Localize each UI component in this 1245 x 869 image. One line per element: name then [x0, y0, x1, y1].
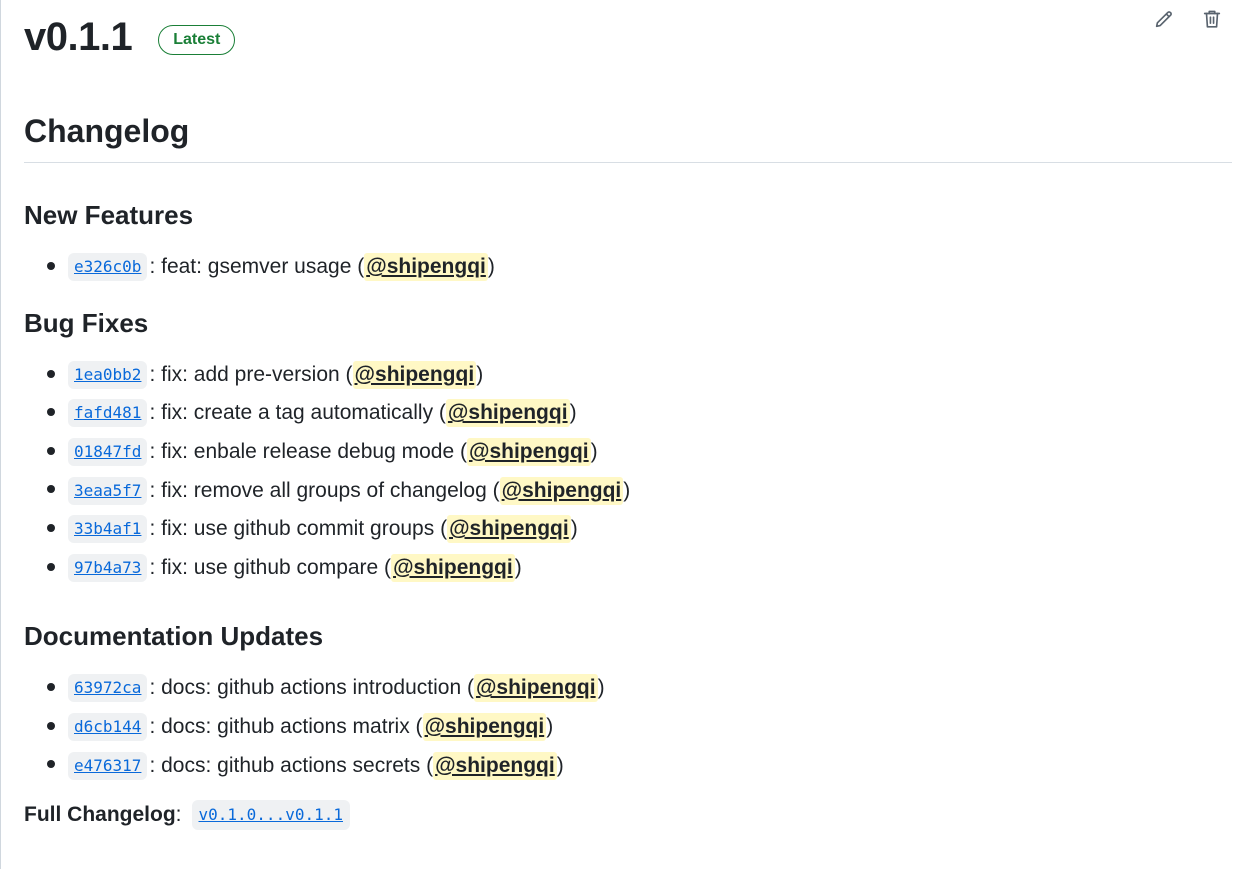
author-mention-link[interactable]: @shipengqi	[499, 476, 624, 505]
commit-message: : docs: github actions introduction (	[149, 676, 474, 700]
commit-sha-link[interactable]: 01847fd	[68, 438, 148, 467]
commit-message: : feat: gsemver usage (	[149, 255, 365, 279]
close-paren: )	[514, 555, 522, 579]
list-item: 01847fd : fix: enbale release debug mode…	[47, 433, 1232, 472]
commit-message: : fix: create a tag automatically (	[149, 401, 446, 425]
pencil-icon	[1155, 11, 1172, 28]
full-changelog-colon: :	[175, 802, 182, 826]
close-paren: )	[556, 753, 564, 777]
list-item: 63972ca : docs: github actions introduct…	[47, 669, 1232, 708]
author-mention-link[interactable]: @shipengqi	[352, 360, 477, 389]
commit-sha-link[interactable]: d6cb144	[68, 713, 148, 742]
commit-message: : fix: add pre-version (	[149, 362, 353, 386]
commit-sha-link[interactable]: e326c0b	[68, 253, 148, 282]
close-paren: )	[590, 440, 598, 464]
commit-message: : docs: github actions secrets (	[149, 753, 434, 777]
commit-message: : fix: remove all groups of changelog (	[149, 478, 500, 502]
release-header: v0.1.1 Latest	[24, 6, 236, 68]
trash-icon	[1203, 10, 1221, 28]
commit-message: : fix: use github compare (	[149, 555, 392, 579]
close-paren: )	[570, 517, 578, 541]
list-item: 97b4a73 : fix: use github compare ( @shi…	[47, 549, 1232, 588]
commit-sha-link[interactable]: 97b4a73	[68, 553, 148, 582]
list-item: 3eaa5f7 : fix: remove all groups of chan…	[47, 471, 1232, 510]
author-mention-link[interactable]: @shipengqi	[433, 751, 557, 780]
author-mention-link[interactable]: @shipengqi	[473, 674, 598, 703]
author-mention-link[interactable]: @shipengqi	[445, 399, 570, 428]
close-paren: )	[546, 715, 554, 739]
list-item: 1ea0bb2 : fix: add pre-version ( @shipen…	[47, 356, 1232, 395]
compare-link[interactable]: v0.1.0...v0.1.1	[191, 799, 350, 830]
commit-list-new-features: e326c0b : feat: gsemver usage ( @shipeng…	[24, 248, 1232, 287]
changelog-heading: Changelog	[24, 110, 1232, 163]
author-mention-link[interactable]: @shipengqi	[391, 553, 515, 582]
commit-sha-link[interactable]: 3eaa5f7	[68, 476, 148, 505]
commit-sha-link[interactable]: 33b4af1	[68, 515, 148, 544]
commit-message: : fix: enbale release debug mode (	[149, 440, 467, 464]
release-title[interactable]: v0.1.1	[24, 6, 133, 68]
full-changelog-row: Full Changelog: v0.1.0...v0.1.1	[24, 797, 1232, 833]
author-mention-link[interactable]: @shipengqi	[422, 713, 547, 742]
commit-list-documentation-updates: 63972ca : docs: github actions introduct…	[24, 669, 1232, 785]
list-item: 33b4af1 : fix: use github commit groups …	[47, 510, 1232, 549]
section-title-documentation-updates: Documentation Updates	[24, 621, 324, 652]
commit-sha-link[interactable]: 63972ca	[68, 674, 148, 703]
list-item: e476317 : docs: github actions secrets (…	[47, 746, 1232, 785]
commit-message: : fix: use github commit groups (	[149, 517, 448, 541]
commit-message: : docs: github actions matrix (	[149, 715, 423, 739]
close-paren: )	[597, 676, 605, 700]
release-actions	[1151, 6, 1225, 32]
release-notes: Changelog New Features e326c0b : feat: g…	[24, 110, 1232, 833]
close-paren: )	[623, 478, 631, 502]
list-item: fafd481 : fix: create a tag automaticall…	[47, 394, 1232, 433]
full-changelog-label: Full Changelog	[24, 802, 176, 826]
commit-list-bug-fixes: 1ea0bb2 : fix: add pre-version ( @shipen…	[24, 356, 1232, 588]
list-item: d6cb144 : docs: github actions matrix ( …	[47, 708, 1232, 747]
list-item: e326c0b : feat: gsemver usage ( @shipeng…	[47, 248, 1232, 287]
close-paren: )	[569, 401, 577, 425]
release-card: v0.1.1 Latest Changelog New Features e32…	[0, 0, 1245, 869]
commit-sha-link[interactable]: 1ea0bb2	[68, 360, 148, 389]
author-mention-link[interactable]: @shipengqi	[447, 515, 571, 544]
latest-badge: Latest	[158, 25, 236, 55]
edit-release-button[interactable]	[1151, 6, 1177, 32]
section-title-new-features: New Features	[24, 200, 194, 230]
section-title-bug-fixes: Bug Fixes	[24, 307, 149, 338]
author-mention-link[interactable]: @shipengqi	[364, 253, 488, 282]
author-mention-link[interactable]: @shipengqi	[466, 438, 591, 467]
close-paren: )	[476, 362, 484, 386]
close-paren: )	[487, 255, 495, 279]
delete-release-button[interactable]	[1199, 6, 1225, 32]
commit-sha-link[interactable]: e476317	[68, 751, 148, 780]
commit-sha-link[interactable]: fafd481	[68, 399, 148, 428]
